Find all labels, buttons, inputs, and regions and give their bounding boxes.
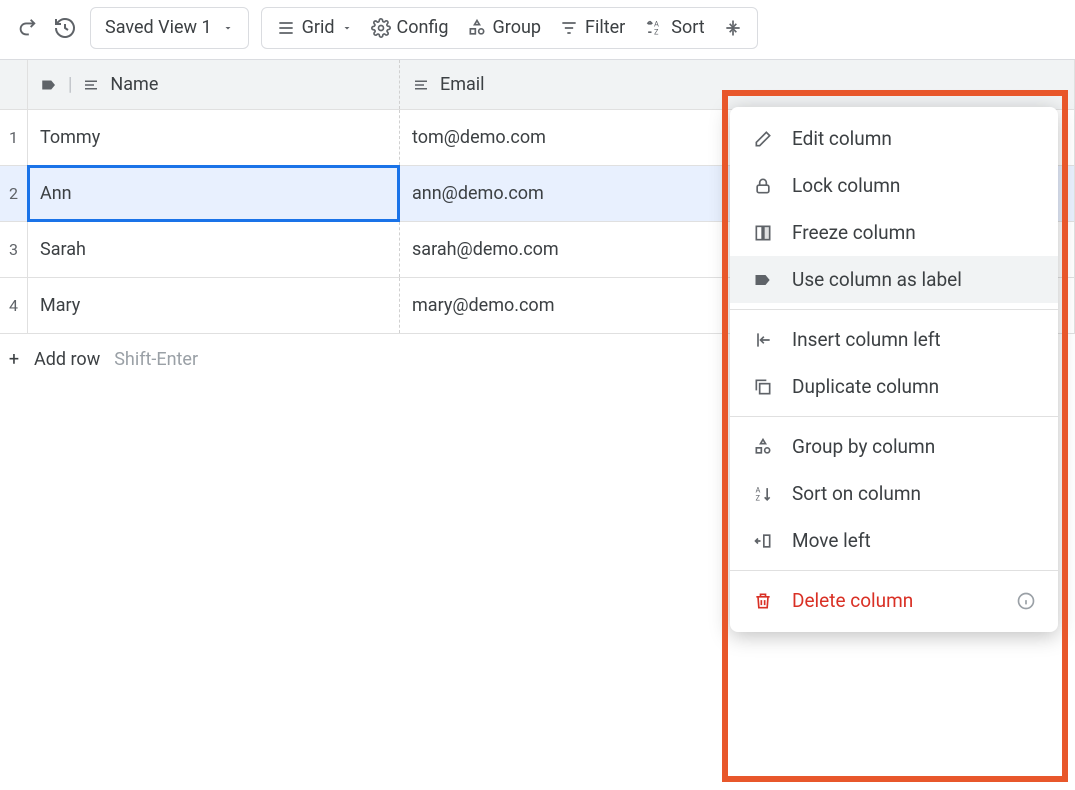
menu-separator — [730, 309, 1058, 310]
label-icon — [752, 270, 774, 290]
menu-insert-left[interactable]: Insert column left — [730, 316, 1058, 363]
filter-icon — [559, 18, 579, 38]
sort-icon: AZ — [752, 484, 774, 504]
trash-icon — [752, 591, 774, 611]
filter-button[interactable]: Filter — [559, 17, 625, 38]
row-number: 2 — [0, 166, 28, 221]
group-icon — [467, 18, 487, 38]
cell-name[interactable]: Tommy — [28, 110, 400, 165]
text-icon — [82, 76, 100, 94]
label-icon — [40, 76, 58, 94]
menu-label: Use column as label — [792, 268, 962, 291]
sort-button[interactable]: AZ Sort — [643, 17, 704, 38]
sort-icon: AZ — [643, 18, 665, 38]
menu-use-as-label[interactable]: Use column as label — [730, 256, 1058, 303]
redo-icon[interactable] — [14, 15, 40, 41]
collapse-button[interactable] — [723, 18, 743, 38]
saved-view-selector[interactable]: Saved View 1 — [90, 7, 249, 49]
view-mode-label: Grid — [302, 17, 335, 38]
add-row-label: Add row — [34, 349, 100, 370]
config-button[interactable]: Config — [371, 17, 449, 38]
group-label: Group — [493, 17, 541, 38]
column-context-menu: Edit column Lock column Freeze column Us… — [730, 107, 1058, 632]
grid-icon — [276, 18, 296, 38]
menu-edit-column[interactable]: Edit column — [730, 115, 1058, 162]
pencil-icon — [752, 129, 774, 149]
divider: | — [68, 74, 72, 95]
saved-view-label: Saved View 1 — [105, 17, 212, 38]
duplicate-icon — [752, 377, 774, 397]
view-controls: Grid Config Group Filter AZ Sort — [261, 7, 758, 49]
row-number: 3 — [0, 222, 28, 277]
svg-text:Z: Z — [654, 27, 659, 36]
history-icon[interactable] — [52, 15, 78, 41]
row-number: 4 — [0, 278, 28, 333]
menu-separator — [730, 416, 1058, 417]
cell-name-selected[interactable]: Ann — [28, 166, 400, 221]
plus-icon: + — [2, 349, 26, 370]
menu-separator — [730, 570, 1058, 571]
text-icon — [412, 76, 430, 94]
gear-icon — [371, 18, 391, 38]
column-header-email[interactable]: Email — [400, 60, 1075, 109]
svg-text:Z: Z — [756, 493, 761, 502]
info-icon — [1016, 591, 1036, 611]
filter-label: Filter — [585, 17, 625, 38]
menu-move-left[interactable]: Move left — [730, 517, 1058, 564]
column-header-name[interactable]: | Name — [28, 60, 400, 109]
group-button[interactable]: Group — [467, 17, 541, 38]
menu-label: Lock column — [792, 174, 900, 197]
chevron-down-icon — [222, 22, 234, 34]
column-name-label: Name — [110, 74, 158, 95]
move-left-icon — [752, 531, 774, 551]
menu-duplicate[interactable]: Duplicate column — [730, 363, 1058, 410]
menu-label: Freeze column — [792, 221, 916, 244]
menu-freeze-column[interactable]: Freeze column — [730, 209, 1058, 256]
menu-lock-column[interactable]: Lock column — [730, 162, 1058, 209]
menu-label: Sort on column — [792, 482, 921, 505]
menu-delete-column[interactable]: Delete column — [730, 577, 1058, 624]
menu-label: Move left — [792, 529, 871, 552]
menu-label: Edit column — [792, 127, 892, 150]
toolbar: Saved View 1 Grid Config Group — [0, 0, 1075, 60]
cell-name[interactable]: Sarah — [28, 222, 400, 277]
freeze-icon — [752, 223, 774, 243]
menu-sort-on[interactable]: AZ Sort on column — [730, 470, 1058, 517]
row-number: 1 — [0, 110, 28, 165]
menu-label: Delete column — [792, 589, 913, 612]
table-header-row: | Name Email — [0, 60, 1075, 110]
cell-name[interactable]: Mary — [28, 278, 400, 333]
add-row-hint: Shift-Enter — [114, 349, 198, 370]
config-label: Config — [397, 17, 449, 38]
menu-group-by[interactable]: Group by column — [730, 423, 1058, 470]
menu-label: Insert column left — [792, 328, 941, 351]
column-email-label: Email — [440, 74, 485, 95]
lock-icon — [752, 176, 774, 196]
insert-left-icon — [752, 330, 774, 350]
collapse-icon — [723, 18, 743, 38]
group-icon — [752, 437, 774, 457]
view-mode-button[interactable]: Grid — [276, 17, 353, 38]
menu-label: Group by column — [792, 435, 935, 458]
menu-label: Duplicate column — [792, 375, 939, 398]
row-header-corner — [0, 60, 28, 109]
sort-label: Sort — [671, 17, 704, 38]
